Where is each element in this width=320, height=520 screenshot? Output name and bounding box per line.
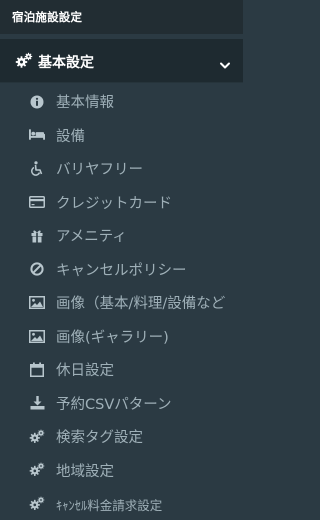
submenu-item-label: バリヤフリー xyxy=(56,162,143,178)
submenu-item-images-gallery[interactable]: 画像(ギャラリー) xyxy=(0,319,243,353)
image-icon xyxy=(29,329,45,344)
submenu-item-barrier-free[interactable]: バリヤフリー xyxy=(0,151,243,185)
submenu-item-images-basic[interactable]: 画像（基本/料理/設備など xyxy=(0,285,243,319)
submenu-item-reservation-csv[interactable]: 予約CSVパターン xyxy=(0,386,243,420)
gears-icon xyxy=(29,462,45,478)
submenu-item-cancel-fee[interactable]: ｷｬﾝｾﾙ料金請求設定 xyxy=(0,486,243,520)
gears-icon xyxy=(15,52,33,70)
submenu-item-cancel-policy[interactable]: キャンセルポリシー xyxy=(0,252,243,286)
bed-icon xyxy=(29,128,45,143)
download-icon xyxy=(29,396,45,411)
credit-card-icon xyxy=(29,195,45,210)
section-title: 宿泊施設設定 xyxy=(0,0,243,34)
submenu-item-holidays[interactable]: 休日設定 xyxy=(0,352,243,386)
submenu-item-facilities[interactable]: 設備 xyxy=(0,118,243,152)
gears-icon xyxy=(29,429,45,444)
submenu-item-label: 休日設定 xyxy=(56,363,114,379)
info-circle-icon xyxy=(29,94,45,109)
gift-icon xyxy=(29,228,45,243)
submenu-item-label: キャンセルポリシー xyxy=(56,262,187,279)
wheelchair-icon xyxy=(29,161,45,176)
submenu-item-search-tags[interactable]: 検索タグ設定 xyxy=(0,419,243,453)
calendar-icon xyxy=(29,362,45,377)
group-header-label: 基本設定 xyxy=(38,55,94,71)
submenu-item-label: 地域設定 xyxy=(56,463,114,480)
submenu-item-label: ｷｬﾝｾﾙ料金請求設定 xyxy=(56,498,163,513)
submenu-item-label: 基本情報 xyxy=(56,95,114,111)
chevron-down-icon[interactable] xyxy=(219,56,231,69)
submenu-item-basic-info[interactable]: 基本情報 xyxy=(0,84,243,118)
submenu-item-credit-card[interactable]: クレジットカード xyxy=(0,185,243,219)
submenu-item-region[interactable]: 地域設定 xyxy=(0,453,243,487)
submenu-item-amenity[interactable]: アメニティ xyxy=(0,218,243,252)
submenu-item-label: クレジットカード xyxy=(56,195,172,212)
submenu-item-label: 画像（基本/料理/設備など xyxy=(56,296,226,312)
image-icon xyxy=(29,295,45,310)
submenu: 基本情報 設備 バリヤフリー クレジットカード アメニティ キャンセルポリシー … xyxy=(0,84,243,520)
submenu-item-label: 設備 xyxy=(56,128,85,145)
submenu-item-label: 検索タグ設定 xyxy=(56,430,143,446)
group-header-basic-settings[interactable]: 基本設定 xyxy=(0,39,243,83)
submenu-item-label: アメニティ xyxy=(56,229,127,245)
submenu-item-label: 画像(ギャラリー) xyxy=(56,329,169,346)
submenu-item-label: 予約CSVパターン xyxy=(56,396,172,413)
ban-icon xyxy=(29,262,45,277)
